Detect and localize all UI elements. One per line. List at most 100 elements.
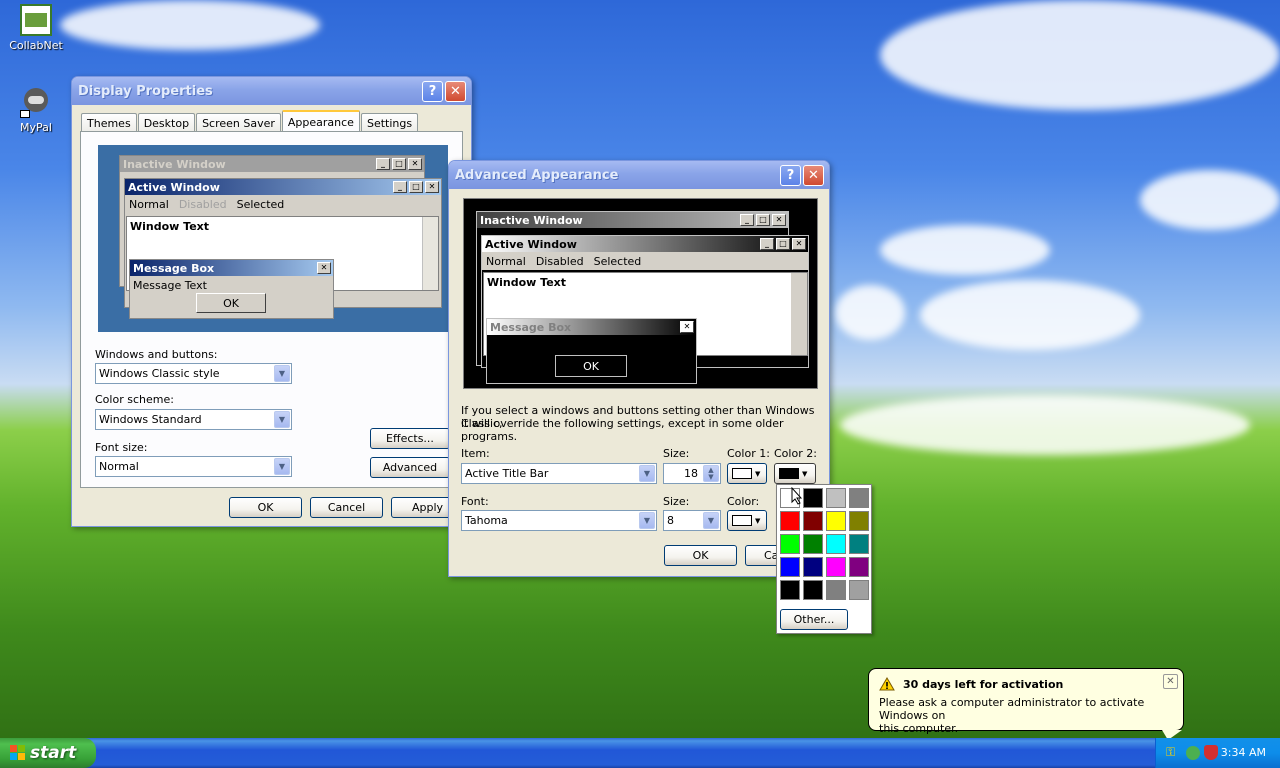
security-shield-icon[interactable] bbox=[1204, 745, 1218, 760]
advanced-preview: Inactive Window _ □ ✕ Active Window _ □ ✕ Norm… bbox=[463, 198, 818, 389]
color-swatch[interactable] bbox=[826, 557, 846, 577]
chevron-down-icon[interactable]: ▼ bbox=[274, 411, 290, 428]
color-swatch[interactable] bbox=[849, 534, 869, 554]
chevron-down-icon[interactable]: ▼ bbox=[703, 512, 719, 529]
color1-swatch bbox=[732, 468, 752, 479]
color-swatch[interactable] bbox=[780, 511, 800, 531]
tab-settings[interactable]: Settings bbox=[360, 113, 419, 133]
ok-button[interactable]: OK bbox=[229, 497, 302, 518]
help-button[interactable]: ? bbox=[780, 164, 801, 186]
cloud bbox=[60, 0, 320, 50]
network-icon[interactable] bbox=[1186, 746, 1200, 760]
color-swatch[interactable] bbox=[780, 534, 800, 554]
activation-balloon[interactable]: 30 days left for activation Please ask a… bbox=[868, 668, 1184, 735]
adv-preview-window-text: Window Text bbox=[487, 276, 567, 289]
window-title: Advanced Appearance bbox=[455, 167, 619, 183]
color-swatch[interactable] bbox=[803, 580, 823, 600]
font-size-label: Font size: bbox=[95, 441, 148, 454]
title-bar[interactable]: Display Properties ? ✕ bbox=[72, 77, 471, 105]
desktop-icon-label: CollabNet bbox=[9, 39, 63, 52]
color-swatch[interactable] bbox=[826, 580, 846, 600]
size-label: Size: bbox=[663, 447, 690, 460]
desktop-icon-label: MyPal bbox=[20, 121, 52, 134]
close-button[interactable]: ✕ bbox=[445, 80, 466, 102]
cancel-button[interactable]: Cancel bbox=[310, 497, 383, 518]
display-properties-window[interactable]: Display Properties ? ✕ Themes Desktop Sc… bbox=[71, 76, 472, 527]
color-swatch[interactable] bbox=[849, 580, 869, 600]
desktop-icon-mypal[interactable]: MyPal bbox=[1, 86, 71, 134]
cloud bbox=[920, 280, 1140, 350]
other-colors-button[interactable]: Other... bbox=[780, 609, 848, 630]
chevron-down-icon[interactable]: ▼ bbox=[639, 512, 655, 529]
color-swatch[interactable] bbox=[826, 534, 846, 554]
color-swatch[interactable] bbox=[803, 534, 823, 554]
appearance-preview: Inactive Window _ □ ✕ Active Window _ □ ✕ Norm… bbox=[98, 145, 448, 332]
color-swatch[interactable] bbox=[826, 488, 846, 508]
chevron-down-icon[interactable]: ▼ bbox=[274, 458, 290, 475]
adv-preview-scrollbar bbox=[791, 273, 807, 355]
font-select[interactable]: Tahoma ▼ bbox=[461, 510, 657, 531]
preview-window-text: Window Text bbox=[130, 220, 210, 233]
close-button[interactable]: ✕ bbox=[803, 164, 824, 186]
color2-button[interactable]: ▼ bbox=[774, 463, 816, 484]
color-swatch[interactable] bbox=[826, 511, 846, 531]
color-swatch[interactable] bbox=[780, 580, 800, 600]
font-size-select[interactable]: Normal ▼ bbox=[95, 456, 292, 477]
tab-desktop[interactable]: Desktop bbox=[137, 113, 196, 133]
mouse-cursor-icon bbox=[791, 486, 803, 505]
color-swatch[interactable] bbox=[803, 488, 823, 508]
color-swatch[interactable] bbox=[803, 511, 823, 531]
font-size-value: Normal bbox=[99, 460, 139, 473]
font-size-select[interactable]: 8 ▼ bbox=[663, 510, 721, 531]
font-color-swatch bbox=[732, 515, 752, 526]
font-label: Font: bbox=[461, 495, 489, 508]
desktop-icon-collabnet[interactable]: CollabNet bbox=[1, 4, 71, 52]
color2-swatch bbox=[779, 468, 799, 479]
ok-button[interactable]: OK bbox=[664, 545, 737, 566]
cloud bbox=[880, 225, 1050, 275]
effects-button[interactable]: Effects... bbox=[370, 428, 450, 449]
activation-key-icon[interactable]: ⚿ bbox=[1166, 745, 1180, 759]
chevron-down-icon: ▼ bbox=[802, 469, 808, 478]
chevron-down-icon[interactable]: ▼ bbox=[274, 365, 290, 382]
preview-active-title: Active Window bbox=[128, 180, 220, 194]
color-swatch[interactable] bbox=[849, 488, 869, 508]
color-swatch[interactable] bbox=[849, 557, 869, 577]
balloon-close-button[interactable]: ✕ bbox=[1163, 674, 1178, 689]
title-bar[interactable]: Advanced Appearance ? ✕ bbox=[449, 161, 829, 189]
color-swatch[interactable] bbox=[803, 557, 823, 577]
mypal-raccoon-icon bbox=[20, 86, 52, 118]
chevron-down-icon[interactable]: ▼ bbox=[639, 465, 655, 482]
preview-message-box: Message Box ✕ Message Text OK bbox=[129, 259, 334, 319]
color-swatch[interactable] bbox=[780, 557, 800, 577]
size-spinner[interactable]: 18 ▲ ▼ bbox=[663, 463, 721, 484]
chevron-down-icon: ▼ bbox=[755, 469, 761, 478]
item-select[interactable]: Active Title Bar ▼ bbox=[461, 463, 657, 484]
advanced-button[interactable]: Advanced bbox=[370, 457, 450, 478]
clock[interactable]: 3:34 AM bbox=[1221, 746, 1266, 759]
tab-themes[interactable]: Themes bbox=[81, 113, 137, 133]
adv-preview-menu-disabled: Disabled bbox=[535, 254, 584, 268]
spinner-arrows-icon[interactable]: ▲ ▼ bbox=[703, 465, 719, 482]
windows-buttons-select[interactable]: Windows Classic style ▼ bbox=[95, 363, 292, 384]
item-value: Active Title Bar bbox=[465, 467, 549, 480]
color-scheme-select[interactable]: Windows Standard ▼ bbox=[95, 409, 292, 430]
size-value: 18 bbox=[684, 467, 698, 480]
adv-preview-active-title: Active Window bbox=[485, 237, 577, 251]
color-palette-popup[interactable]: Other... bbox=[776, 484, 872, 634]
help-button[interactable]: ? bbox=[422, 80, 443, 102]
color1-label: Color 1: bbox=[727, 447, 770, 460]
adv-preview-message-title: Message Box bbox=[490, 320, 572, 334]
font-color-button[interactable]: ▼ bbox=[727, 510, 767, 531]
warning-icon bbox=[879, 677, 895, 691]
color-swatch[interactable] bbox=[849, 511, 869, 531]
tab-appearance[interactable]: Appearance bbox=[281, 110, 360, 133]
balloon-title: 30 days left for activation bbox=[903, 677, 1064, 691]
tab-screen-saver[interactable]: Screen Saver bbox=[196, 113, 281, 133]
adv-preview-message-box: Message Box ✕ OK bbox=[486, 318, 697, 384]
color1-button[interactable]: ▼ bbox=[727, 463, 767, 484]
adv-preview-inactive-title: Inactive Window bbox=[480, 213, 583, 227]
start-button[interactable]: start bbox=[0, 738, 96, 768]
cloud bbox=[835, 285, 905, 340]
advanced-appearance-window[interactable]: Advanced Appearance ? ✕ Inactive Window _… bbox=[448, 160, 830, 577]
